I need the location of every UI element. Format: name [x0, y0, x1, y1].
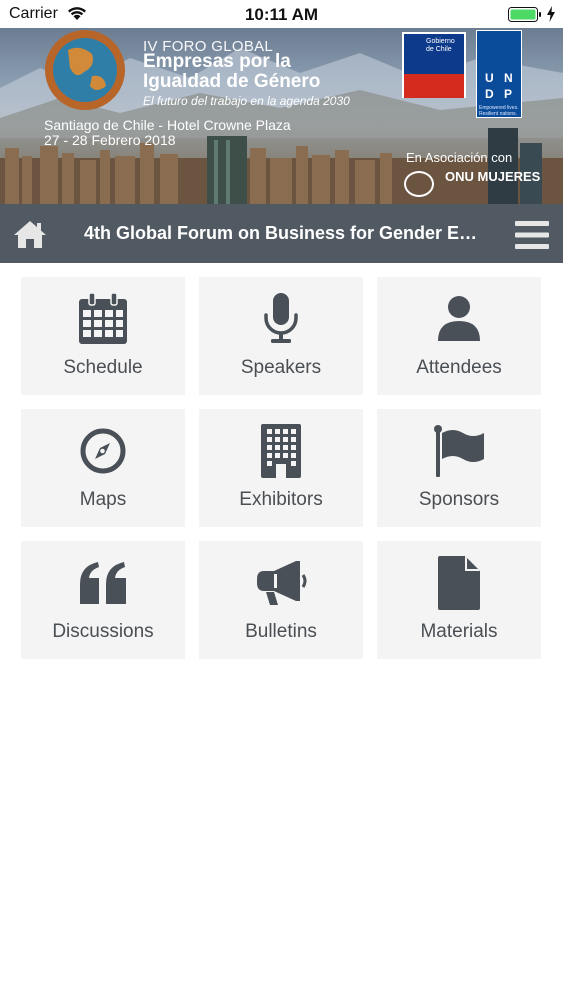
banner-subtitle: El futuro del trabajo en la agenda 2030 — [143, 94, 350, 108]
compass-icon — [80, 428, 126, 474]
tile-label: Maps — [79, 489, 127, 510]
tile-label: Exhibitors — [239, 489, 323, 510]
event-title: 4th Global Forum on Business for Gender … — [84, 223, 484, 243]
oit-logo — [404, 171, 434, 197]
tile-sponsors[interactable]: Sponsors — [377, 409, 541, 527]
banner-location: Santiago de Chile - Hotel Crowne Plaza — [44, 117, 291, 133]
tile-label: Sponsors — [418, 489, 500, 510]
gobierno-chile-logo: Gobierno de Chile — [402, 32, 466, 98]
banner-title: Empresas por la Igualdad de Género — [143, 51, 321, 92]
tile-maps[interactable]: Maps — [21, 409, 185, 527]
flag-icon — [434, 425, 484, 477]
tile-speakers[interactable]: Speakers — [199, 277, 363, 395]
tile-label: Schedule — [63, 357, 143, 378]
undp-logo: U N D P Empowered lives. Resilient natio… — [476, 30, 522, 118]
calendar-icon — [79, 293, 127, 344]
status-time: 10:11 AM — [244, 5, 319, 24]
tile-exhibitors[interactable]: Exhibitors — [199, 409, 363, 527]
tile-materials[interactable]: Materials — [377, 541, 541, 659]
banner-dates: 27 - 28 Febrero 2018 — [44, 132, 176, 148]
tile-label: Bulletins — [245, 621, 317, 642]
tile-label: Speakers — [240, 357, 322, 378]
tile-label: Attendees — [416, 357, 502, 378]
tile-label: Materials — [420, 621, 498, 642]
tile-discussions[interactable]: Discussions — [21, 541, 185, 659]
event-banner: IV FORO GLOBAL Empresas por la Igualdad … — [0, 28, 563, 204]
banner-association: En Asociación con — [406, 150, 513, 165]
tile-schedule[interactable]: Schedule — [21, 277, 185, 395]
hamburger-menu-icon[interactable] — [515, 220, 549, 250]
document-icon — [438, 556, 480, 610]
home-icon[interactable] — [12, 218, 48, 250]
person-icon — [438, 296, 480, 341]
tile-attendees[interactable]: Attendees — [377, 277, 541, 395]
megaphone-icon — [257, 561, 307, 605]
charging-bolt-icon — [547, 6, 555, 22]
tile-label: Discussions — [52, 621, 154, 642]
status-bar: Carrier 10:11 AM — [0, 0, 563, 28]
building-icon — [261, 424, 301, 478]
quote-icon — [80, 562, 126, 604]
navigation-bar: 4th Global Forum on Business for Gender … — [0, 204, 563, 263]
onu-mujeres-logo: ONU MUJERES — [445, 169, 541, 184]
battery-icon — [508, 7, 541, 22]
microphone-icon — [264, 293, 298, 343]
tile-bulletins[interactable]: Bulletins — [199, 541, 363, 659]
gobierno-chile-logo-text: Gobierno de Chile — [426, 38, 455, 53]
